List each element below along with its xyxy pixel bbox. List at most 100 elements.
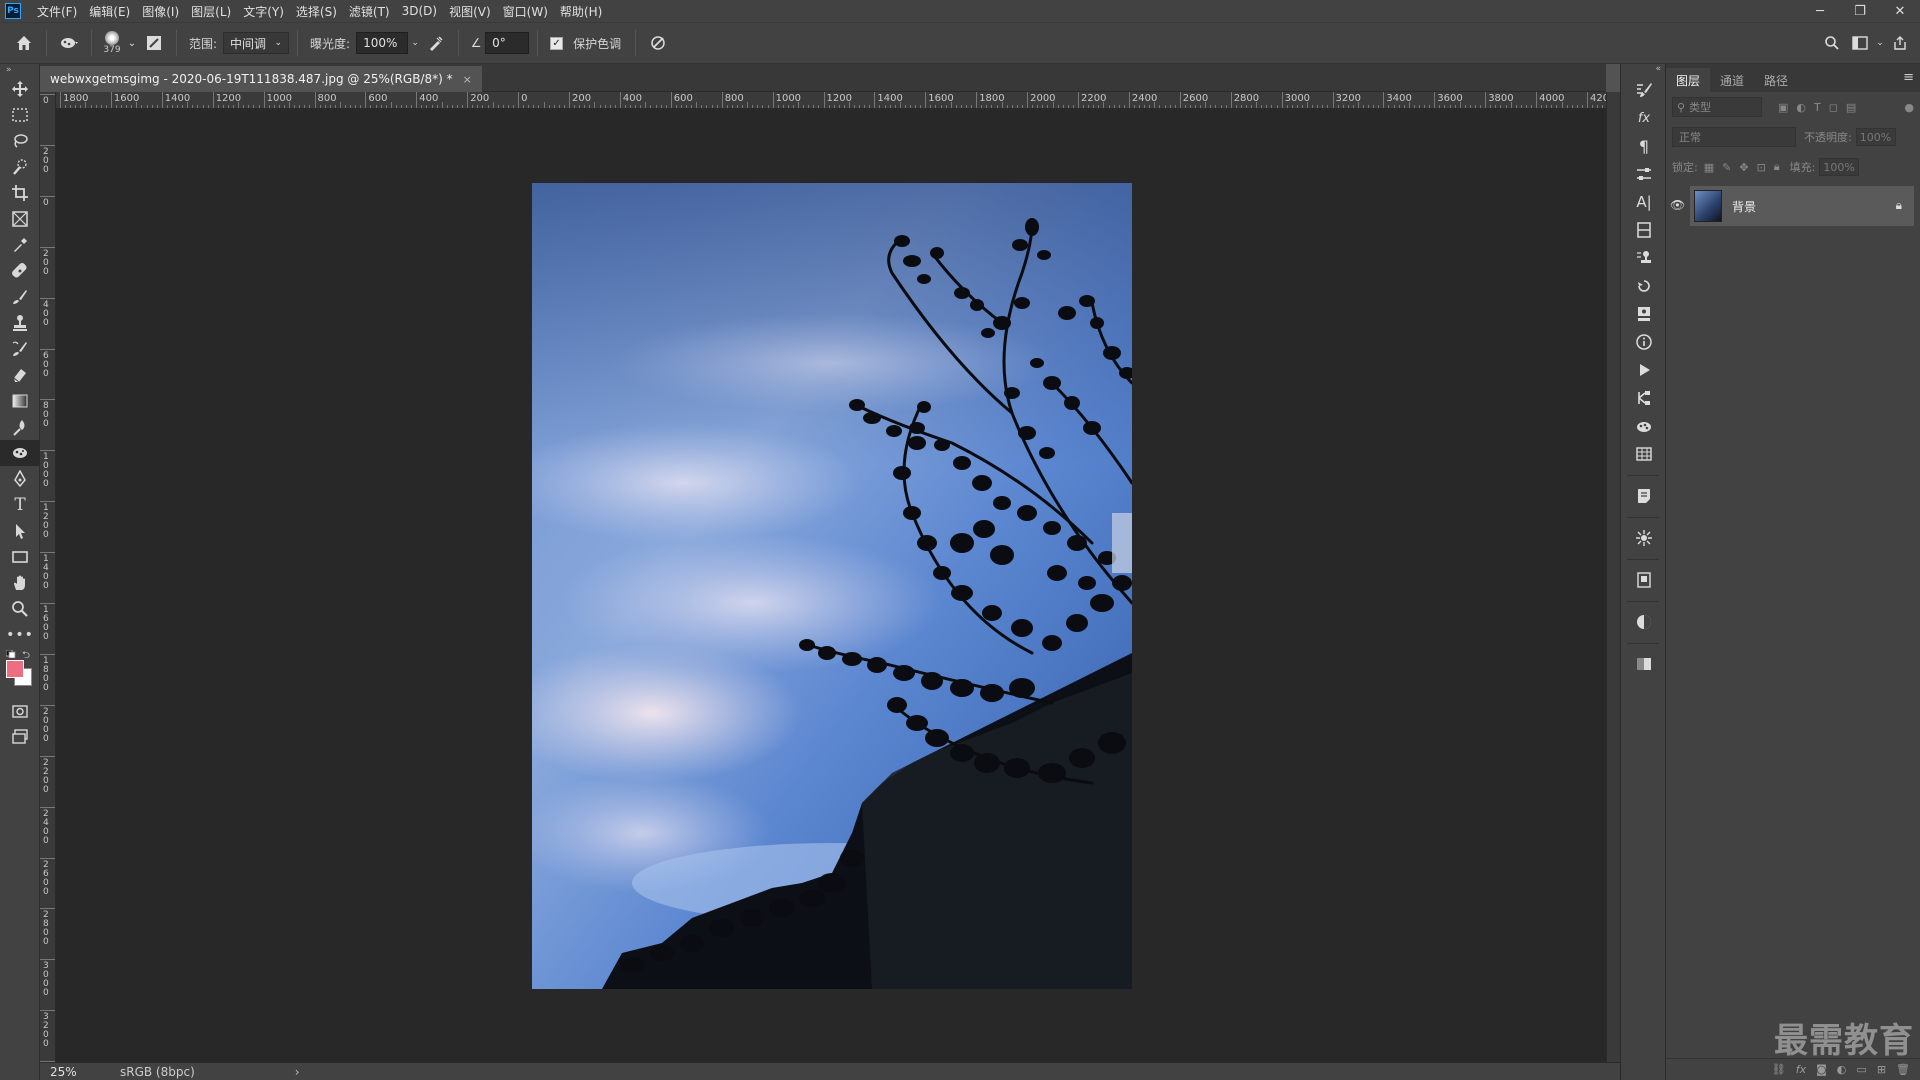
chevron-down-icon[interactable]: ⌄ <box>1874 29 1886 57</box>
zoom-tool-icon[interactable] <box>0 596 40 622</box>
range-select[interactable]: 中间调 ⌄ <box>223 32 290 54</box>
more-tools-icon[interactable]: ••• <box>0 622 40 648</box>
restore-button[interactable]: ❐ <box>1840 0 1880 22</box>
sponge-tool-icon[interactable] <box>0 440 40 466</box>
new-layer-icon[interactable]: ⊞ <box>1877 1063 1886 1076</box>
paragraph-panel-icon[interactable]: ¶ <box>1621 132 1667 160</box>
default-colors-icon[interactable] <box>6 650 16 658</box>
panel-menu-icon[interactable]: ≡ <box>1903 70 1914 85</box>
layer-filter-select[interactable]: ⚲ 类型 <box>1672 97 1762 117</box>
fill-input[interactable]: 100% <box>1819 158 1860 176</box>
eraser-tool-icon[interactable] <box>0 362 40 388</box>
healing-brush-tool-icon[interactable] <box>0 258 40 284</box>
properties-panel-icon[interactable] <box>1621 216 1667 244</box>
sponge-tool-preset-icon[interactable] <box>55 29 83 57</box>
pen-tool-icon[interactable] <box>0 466 40 492</box>
menu-file[interactable]: 文件(F) <box>31 3 83 20</box>
path-selection-tool-icon[interactable] <box>0 518 40 544</box>
layer-name[interactable]: 背景 <box>1732 198 1756 215</box>
close-icon[interactable]: × <box>463 73 472 86</box>
lock-position-icon[interactable]: ✥ <box>1739 161 1748 174</box>
styles-fx-panel-icon[interactable]: fx <box>1621 104 1667 132</box>
horizontal-ruler[interactable]: 1800 1600 1400 1200 1000 800 600 400 200 0 200 400 6… <box>56 92 1606 109</box>
add-mask-icon[interactable]: ◙ <box>1816 1063 1827 1076</box>
tab-layers[interactable]: 图层 <box>1666 68 1711 92</box>
brush-settings-panel-icon[interactable] <box>1621 76 1667 104</box>
swatches-panel-icon[interactable] <box>1621 650 1667 678</box>
lock-icon[interactable]: 🔒︎ <box>1896 198 1902 213</box>
close-window-button[interactable]: ✕ <box>1880 0 1920 22</box>
libraries-panel-icon[interactable] <box>1621 524 1667 552</box>
tool-presets-panel-icon[interactable] <box>1621 300 1667 328</box>
move-tool-icon[interactable] <box>0 76 40 102</box>
collapse-dock-icon[interactable]: « <box>1621 64 1665 76</box>
chevron-down-icon[interactable]: ⌄ <box>408 29 422 57</box>
blend-mode-select[interactable]: 正常 <box>1672 127 1796 147</box>
brush-settings-icon[interactable] <box>140 29 168 57</box>
character-panel-icon[interactable]: A| <box>1621 188 1667 216</box>
filter-shape-icon[interactable]: ◻ <box>1829 101 1838 114</box>
crop-tool-icon[interactable] <box>0 180 40 206</box>
pressure-size-icon[interactable] <box>644 29 672 57</box>
menu-layer[interactable]: 图层(L) <box>185 3 237 20</box>
eyedropper-tool-icon[interactable] <box>0 232 40 258</box>
filter-adjustment-icon[interactable]: ◐ <box>1796 101 1806 114</box>
timeline-panel-icon[interactable] <box>1621 384 1667 412</box>
clone-stamp-tool-icon[interactable] <box>0 310 40 336</box>
new-adjustment-icon[interactable]: ◐ <box>1837 1063 1847 1076</box>
document-tab[interactable]: webwxgetmsgimg - 2020-06-19T111838.487.j… <box>40 66 482 92</box>
opacity-input[interactable]: 100% <box>1855 128 1896 146</box>
delete-layer-icon[interactable]: 🗑︎ <box>1896 1063 1910 1076</box>
hand-tool-icon[interactable] <box>0 570 40 596</box>
lock-artboard-icon[interactable]: ⊡ <box>1757 161 1766 174</box>
filter-type-icon[interactable]: T <box>1814 101 1821 114</box>
menu-window[interactable]: 窗口(W) <box>497 3 554 20</box>
minimize-button[interactable]: ─ <box>1800 0 1840 22</box>
status-info-arrow[interactable]: › <box>295 1065 300 1079</box>
lock-image-icon[interactable]: ✎ <box>1722 161 1731 174</box>
clone-source-panel-icon[interactable] <box>1621 244 1667 272</box>
tab-channels[interactable]: 通道 <box>1710 68 1754 92</box>
quick-selection-tool-icon[interactable] <box>0 154 40 180</box>
lock-transparent-icon[interactable]: ▦ <box>1704 161 1714 174</box>
info-panel-icon[interactable] <box>1621 328 1667 356</box>
brush-tool-icon[interactable] <box>0 284 40 310</box>
frame-tool-icon[interactable] <box>0 206 40 232</box>
rectangle-tool-icon[interactable] <box>0 544 40 570</box>
history-panel-icon[interactable] <box>1621 272 1667 300</box>
menu-edit[interactable]: 编辑(E) <box>83 3 136 20</box>
link-layers-icon[interactable]: ⛓ <box>1772 1063 1786 1076</box>
document-image[interactable] <box>532 183 1132 989</box>
3d-panel-icon[interactable] <box>1621 412 1667 440</box>
share-icon[interactable] <box>1886 29 1914 57</box>
exposure-input[interactable]: 100% <box>356 32 409 54</box>
canvas-area[interactable] <box>56 109 1606 1062</box>
filter-toggle-icon[interactable]: ● <box>1904 101 1914 114</box>
filter-pixel-icon[interactable]: ▣ <box>1778 101 1788 114</box>
adjustments-panel-icon[interactable] <box>1621 160 1667 188</box>
brush-preset-picker[interactable]: 379 <box>100 28 124 58</box>
airbrush-icon[interactable] <box>422 29 450 57</box>
history-brush-tool-icon[interactable] <box>0 336 40 362</box>
layer-row-background[interactable]: 👁︎ 背景 🔒︎ <box>1670 186 1914 226</box>
menu-select[interactable]: 选择(S) <box>290 3 343 20</box>
quick-mask-icon[interactable] <box>0 698 40 724</box>
add-style-fx-icon[interactable]: fx <box>1796 1063 1806 1076</box>
menu-image[interactable]: 图像(I) <box>136 3 185 20</box>
gradient-tool-icon[interactable] <box>0 388 40 414</box>
home-icon[interactable] <box>10 29 38 57</box>
menu-3d[interactable]: 3D(D) <box>396 4 443 18</box>
measurement-log-panel-icon[interactable] <box>1621 440 1667 468</box>
navigator-panel-icon[interactable] <box>1621 566 1667 594</box>
vertical-scrollbar[interactable] <box>1606 92 1620 1062</box>
actions-play-icon[interactable] <box>1621 356 1667 384</box>
menu-filter[interactable]: 滤镜(T) <box>343 3 396 20</box>
eye-visibility-icon[interactable]: 👁︎ <box>1670 198 1685 212</box>
filter-smart-object-icon[interactable]: ▤ <box>1846 101 1856 114</box>
notes-panel-icon[interactable] <box>1621 482 1667 510</box>
menu-view[interactable]: 视图(V) <box>443 3 497 20</box>
tab-paths[interactable]: 路径 <box>1754 68 1798 92</box>
angle-input[interactable]: 0° <box>485 32 530 54</box>
collapse-toolbar-icon[interactable]: » <box>0 64 39 76</box>
search-icon[interactable] <box>1818 29 1846 57</box>
